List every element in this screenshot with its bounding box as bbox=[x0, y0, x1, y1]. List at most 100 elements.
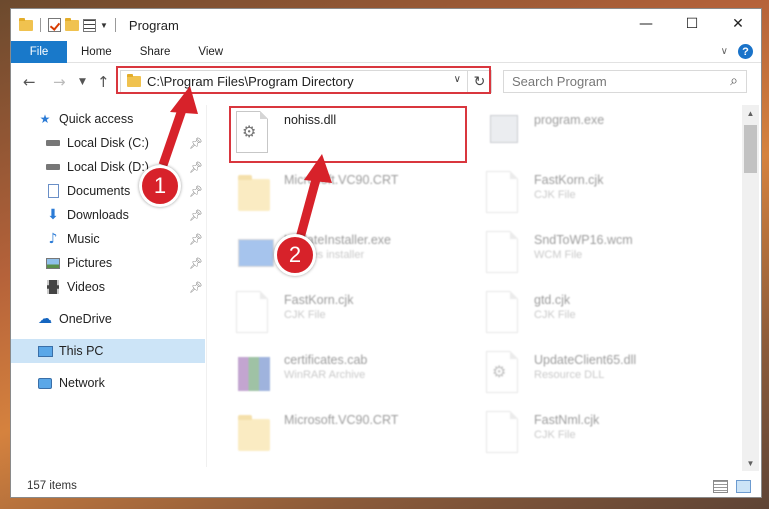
file-type: WCM File bbox=[534, 249, 583, 261]
download-icon: ⬇ bbox=[47, 207, 59, 223]
sidebar-item-label: Quick access bbox=[59, 112, 134, 126]
list-item[interactable]: FastKorn.cjk CJK File bbox=[236, 291, 476, 345]
file-name: SndToWP16.wcm bbox=[534, 233, 633, 247]
list-item[interactable]: Microsoft.VC90.CRT bbox=[236, 171, 476, 225]
sidebar-item-label: Pictures bbox=[67, 256, 113, 270]
close-button[interactable]: ✕ bbox=[715, 9, 761, 39]
scroll-up-arrow-icon[interactable]: ▲ bbox=[742, 105, 759, 121]
scroll-down-arrow-icon[interactable]: ▼ bbox=[742, 455, 759, 471]
folder-icon bbox=[19, 17, 33, 31]
maximize-button[interactable]: ☐ bbox=[669, 9, 715, 39]
list-item[interactable]: FastKorn.cjk CJK File bbox=[486, 171, 726, 225]
file-name: program.exe bbox=[534, 113, 605, 127]
properties-check-icon[interactable] bbox=[48, 18, 61, 32]
sidebar-item-label: This PC bbox=[59, 344, 104, 358]
divider bbox=[40, 18, 41, 32]
ribbon-right: ∨ ? bbox=[721, 44, 753, 59]
list-item[interactable]: UpdateInstaller.exe updates installer bbox=[236, 231, 476, 285]
sidebar-item-label: Network bbox=[59, 376, 105, 390]
folder-icon bbox=[236, 411, 274, 455]
tab-view[interactable]: View bbox=[184, 41, 237, 63]
sidebar-item-label: Videos bbox=[67, 280, 105, 294]
list-item[interactable]: certificates.cab WinRAR Archive bbox=[236, 351, 476, 405]
star-icon: ★ bbox=[39, 112, 51, 126]
scrollbar-thumb[interactable] bbox=[744, 125, 757, 173]
list-item[interactable]: ⚙ UpdateClient65.dll Resource DLL bbox=[486, 351, 726, 405]
quick-access-toolbar: ▼ bbox=[11, 17, 119, 32]
pin-icon: 📌︎ bbox=[189, 184, 203, 198]
file-type: CJK File bbox=[534, 309, 576, 321]
window-controls: — ☐ ✕ bbox=[623, 9, 761, 39]
sidebar-item-label: Documents bbox=[67, 184, 131, 198]
status-bar: 157 items bbox=[11, 475, 761, 497]
list-item[interactable]: FastNml.cjk CJK File bbox=[486, 411, 726, 465]
document-icon bbox=[486, 291, 524, 335]
sidebar-item-local-disk-c[interactable]: Local Disk (C:) 📌︎ bbox=[11, 131, 205, 155]
list-item[interactable]: SndToWP16.wcm WCM File bbox=[486, 231, 726, 285]
chevron-down-icon[interactable]: ∨ bbox=[721, 46, 728, 57]
navigation-pane: ★ Quick access Local Disk (C:) 📌︎ Local … bbox=[11, 105, 207, 465]
file-name: FastKorn.cjk bbox=[284, 293, 354, 307]
folder-icon bbox=[236, 171, 274, 215]
sidebar-item-videos[interactable]: Videos 📌︎ bbox=[11, 275, 205, 299]
tiles-view-icon[interactable] bbox=[736, 480, 751, 493]
new-folder-icon[interactable] bbox=[65, 17, 79, 31]
document-icon bbox=[236, 291, 274, 335]
list-item[interactable]: gtd.cjk CJK File bbox=[486, 291, 726, 345]
back-arrow-icon[interactable]: ← bbox=[23, 73, 36, 91]
pin-icon: 📌︎ bbox=[189, 280, 203, 294]
pin-icon: 📌︎ bbox=[189, 232, 203, 246]
search-icon[interactable]: ⌕ bbox=[730, 73, 738, 89]
pane-divider[interactable] bbox=[206, 105, 207, 467]
tab-file[interactable]: File bbox=[11, 40, 67, 63]
recent-locations-chevron-icon[interactable]: ▼ bbox=[79, 77, 86, 87]
file-name: FastNml.cjk bbox=[534, 413, 600, 427]
document-icon bbox=[486, 171, 524, 215]
search-box[interactable]: ⌕ bbox=[503, 70, 747, 93]
sidebar-item-label: OneDrive bbox=[59, 312, 112, 326]
tab-share[interactable]: Share bbox=[126, 41, 185, 63]
sidebar-item-quick-access[interactable]: ★ Quick access bbox=[11, 107, 205, 131]
file-type: CJK File bbox=[534, 189, 576, 201]
vertical-scrollbar[interactable]: ▲ ▼ bbox=[742, 105, 759, 471]
file-name: certificates.cab bbox=[284, 353, 368, 367]
customize-toolbar-chevron-icon[interactable]: ▼ bbox=[100, 21, 108, 30]
sidebar-item-network[interactable]: Network bbox=[11, 371, 205, 395]
videos-icon bbox=[45, 279, 61, 295]
sidebar-item-this-pc[interactable]: This PC bbox=[11, 339, 205, 363]
settings-file-icon: ⚙ bbox=[486, 351, 524, 395]
file-name: Microsoft.VC90.CRT bbox=[284, 173, 399, 187]
cloud-icon: ☁ bbox=[38, 311, 52, 327]
help-icon[interactable]: ? bbox=[738, 44, 753, 59]
list-item[interactable]: Microsoft.VC90.CRT bbox=[236, 411, 476, 465]
details-view-icon[interactable] bbox=[713, 480, 728, 493]
file-type: CJK File bbox=[534, 429, 576, 441]
sidebar-item-label: Local Disk (D:) bbox=[67, 160, 149, 174]
sidebar-item-pictures[interactable]: Pictures 📌︎ bbox=[11, 251, 205, 275]
properties-icon[interactable] bbox=[83, 18, 96, 32]
document-icon bbox=[486, 411, 524, 455]
minimize-button[interactable]: — bbox=[623, 9, 669, 39]
step-2-badge: 2 bbox=[274, 234, 316, 276]
up-arrow-icon[interactable]: ↑ bbox=[97, 73, 110, 91]
file-name: Microsoft.VC90.CRT bbox=[284, 413, 399, 427]
file-type: Resource DLL bbox=[534, 369, 605, 381]
sidebar-item-label: Downloads bbox=[67, 208, 129, 222]
computer-icon bbox=[37, 343, 53, 359]
divider bbox=[114, 18, 116, 32]
pictures-icon bbox=[45, 255, 61, 271]
ribbon-tabs: File Home Share View ∨ ? bbox=[11, 40, 761, 63]
tab-home[interactable]: Home bbox=[67, 41, 126, 63]
list-item[interactable]: program.exe bbox=[486, 111, 726, 165]
item-count: 157 items bbox=[27, 480, 77, 492]
sidebar-item-music[interactable]: ♪ Music 📌︎ bbox=[11, 227, 205, 251]
search-input[interactable] bbox=[512, 74, 712, 89]
file-name: gtd.cjk bbox=[534, 293, 571, 307]
sidebar-item-label: Local Disk (C:) bbox=[67, 136, 149, 150]
pin-icon: 📌︎ bbox=[189, 160, 203, 174]
view-buttons bbox=[713, 480, 751, 493]
music-icon: ♪ bbox=[48, 231, 58, 247]
forward-arrow-icon[interactable]: → bbox=[53, 73, 66, 91]
sidebar-item-onedrive[interactable]: ☁ OneDrive bbox=[11, 307, 205, 331]
sidebar-item-downloads[interactable]: ⬇ Downloads 📌︎ bbox=[11, 203, 205, 227]
